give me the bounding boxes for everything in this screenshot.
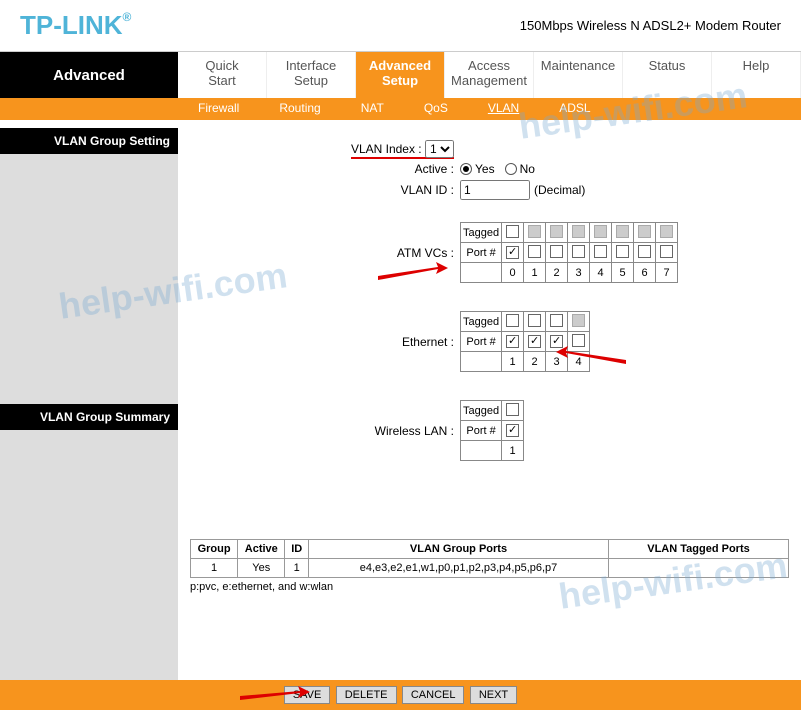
port-number: 1	[502, 441, 524, 461]
content-area: help-wifi.com help-wifi.com help-wifi.co…	[178, 120, 801, 680]
header-bar: TP-LINK® 150Mbps Wireless N ADSL2+ Modem…	[0, 0, 801, 52]
port-checkbox[interactable]	[590, 243, 612, 263]
port-checkbox[interactable]	[656, 243, 678, 263]
subnav-routing[interactable]: Routing	[259, 98, 340, 120]
port-number: 3	[546, 352, 568, 372]
port-number: 1	[524, 263, 546, 283]
port-checkbox[interactable]	[634, 243, 656, 263]
port-checkbox[interactable]	[546, 243, 568, 263]
port-checkbox[interactable]	[502, 332, 524, 352]
port-number: 2	[546, 263, 568, 283]
port-checkbox[interactable]	[612, 243, 634, 263]
atm-grid: TaggedPort #01234567	[460, 222, 678, 283]
tagged-checkbox[interactable]	[502, 312, 524, 332]
tagged-checkbox	[656, 223, 678, 243]
vlan-id-label: VLAN ID :	[190, 183, 460, 197]
port-checkbox[interactable]	[524, 332, 546, 352]
summary-cell: 1	[191, 559, 238, 578]
summary-cell: Yes	[238, 559, 285, 578]
next-button[interactable]: NEXT	[470, 686, 517, 704]
nav-tab-help[interactable]: Help	[712, 52, 801, 98]
port-checkbox[interactable]	[546, 332, 568, 352]
cancel-button[interactable]: CANCEL	[402, 686, 465, 704]
port-number: 2	[524, 352, 546, 372]
summary-col: ID	[285, 540, 309, 559]
tagged-checkbox[interactable]	[546, 312, 568, 332]
logo: TP-LINK®	[20, 10, 131, 41]
wlan-label: Wireless LAN :	[190, 424, 460, 438]
active-no-radio[interactable]: No	[505, 162, 535, 176]
port-checkbox[interactable]	[568, 243, 590, 263]
main-nav: Advanced QuickStartInterfaceSetupAdvance…	[0, 52, 801, 98]
subnav-firewall[interactable]: Firewall	[178, 98, 259, 120]
tagged-checkbox[interactable]	[524, 312, 546, 332]
save-button[interactable]: SAVE	[284, 686, 331, 704]
delete-button[interactable]: DELETE	[336, 686, 397, 704]
port-number: 4	[590, 263, 612, 283]
port-number: 7	[656, 263, 678, 283]
summary-col: VLAN Tagged Ports	[609, 540, 789, 559]
tagged-checkbox	[546, 223, 568, 243]
tagged-checkbox	[568, 223, 590, 243]
port-checkbox[interactable]	[502, 243, 524, 263]
atm-label: ATM VCs :	[190, 246, 460, 260]
port-checkbox[interactable]	[502, 421, 524, 441]
port-number: 1	[502, 352, 524, 372]
vlan-index-select[interactable]: 1	[425, 140, 454, 158]
nav-tab-maintenance[interactable]: Maintenance	[534, 52, 623, 98]
summary-col: VLAN Group Ports	[309, 540, 609, 559]
tagged-checkbox	[612, 223, 634, 243]
summary-cell: 1	[285, 559, 309, 578]
sidebar: VLAN Group Setting VLAN Group Summary	[0, 120, 178, 680]
button-bar: SAVE DELETE CANCEL NEXT	[0, 680, 801, 710]
vlan-index-label: VLAN Index :	[351, 142, 422, 156]
section-header-setting: VLAN Group Setting	[0, 128, 178, 154]
nav-section-label: Advanced	[0, 52, 178, 98]
port-number: 5	[612, 263, 634, 283]
summary-col: Active	[238, 540, 285, 559]
tagged-checkbox	[524, 223, 546, 243]
subnav-qos[interactable]: QoS	[404, 98, 468, 120]
sub-nav: FirewallRoutingNATQoSVLANADSL	[0, 98, 801, 120]
nav-tab-interface[interactable]: InterfaceSetup	[267, 52, 356, 98]
active-yes-radio[interactable]: Yes	[460, 162, 495, 176]
active-label: Active :	[190, 162, 460, 176]
tagged-checkbox[interactable]	[502, 401, 524, 421]
port-checkbox[interactable]	[568, 332, 590, 352]
wlan-grid: TaggedPort #1	[460, 400, 524, 461]
section-header-summary: VLAN Group Summary	[0, 404, 178, 430]
port-number: 6	[634, 263, 656, 283]
nav-tab-advanced[interactable]: AdvancedSetup	[356, 52, 445, 98]
nav-tab-quick[interactable]: QuickStart	[178, 52, 267, 98]
port-number: 0	[502, 263, 524, 283]
subnav-nat[interactable]: NAT	[341, 98, 404, 120]
vlan-id-suffix: (Decimal)	[534, 183, 585, 197]
product-name: 150Mbps Wireless N ADSL2+ Modem Router	[520, 18, 781, 33]
summary-table: GroupActiveIDVLAN Group PortsVLAN Tagged…	[190, 539, 789, 578]
nav-tab-access[interactable]: AccessManagement	[445, 52, 534, 98]
tagged-checkbox[interactable]	[502, 223, 524, 243]
summary-col: Group	[191, 540, 238, 559]
nav-tab-status[interactable]: Status	[623, 52, 712, 98]
vlan-id-input[interactable]	[460, 180, 530, 200]
port-number: 3	[568, 263, 590, 283]
subnav-adsl[interactable]: ADSL	[539, 98, 610, 120]
eth-grid: TaggedPort #1234	[460, 311, 590, 372]
subnav-vlan[interactable]: VLAN	[468, 98, 539, 120]
port-number: 4	[568, 352, 590, 372]
eth-label: Ethernet :	[190, 335, 460, 349]
summary-legend: p:pvc, e:ethernet, and w:wlan	[190, 581, 789, 593]
port-checkbox[interactable]	[524, 243, 546, 263]
summary-cell	[609, 559, 789, 578]
tagged-checkbox	[590, 223, 612, 243]
summary-cell: e4,e3,e2,e1,w1,p0,p1,p2,p3,p4,p5,p6,p7	[309, 559, 609, 578]
tagged-checkbox	[568, 312, 590, 332]
tagged-checkbox	[634, 223, 656, 243]
